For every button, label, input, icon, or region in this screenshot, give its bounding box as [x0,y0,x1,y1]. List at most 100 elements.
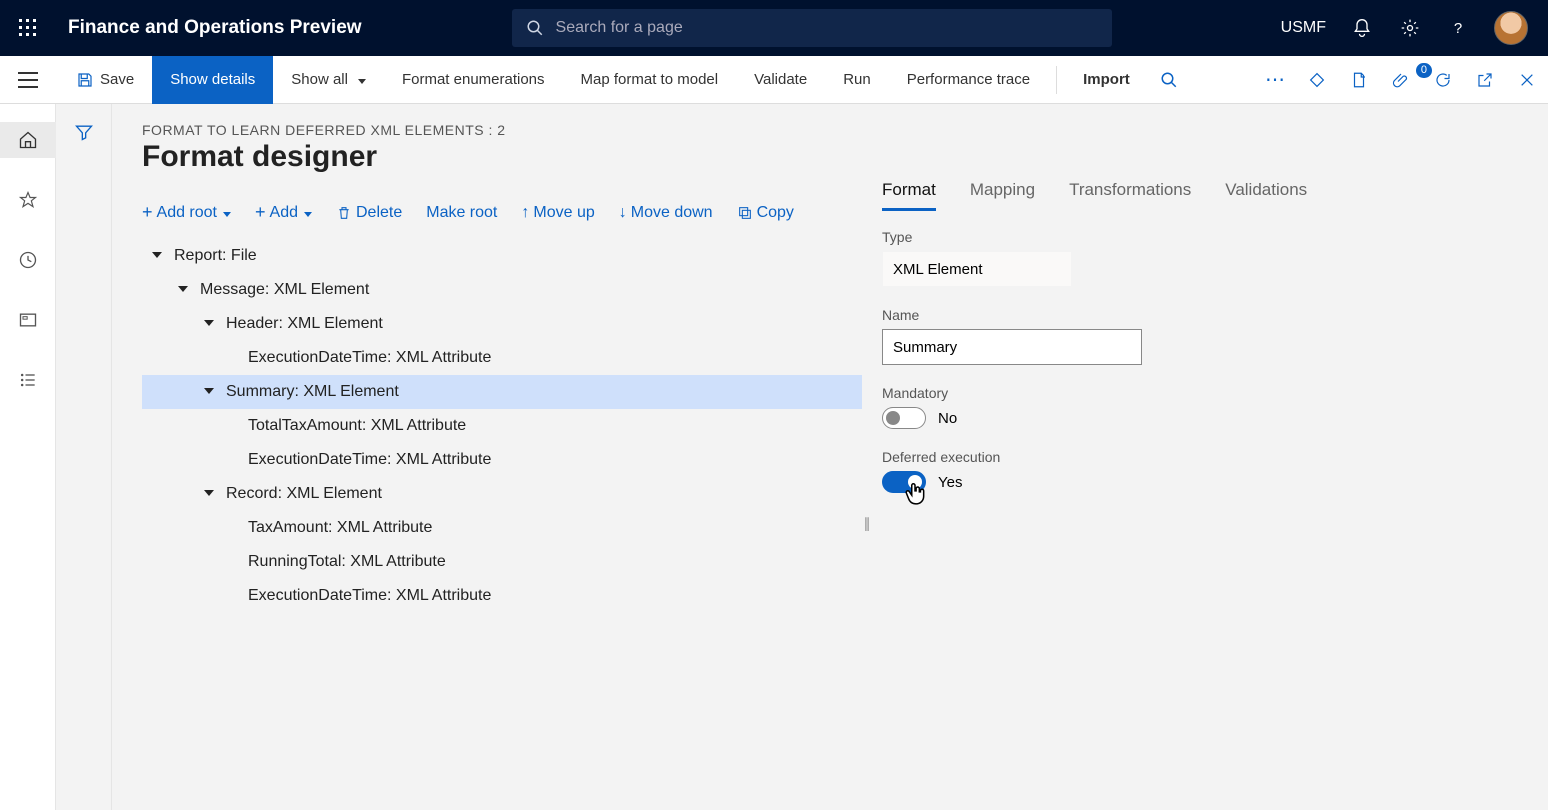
save-button[interactable]: Save [56,56,152,104]
arrow-up-icon: ↑ [521,204,529,222]
global-header: Finance and Operations Preview Search fo… [0,0,1548,56]
tree-node[interactable]: Report: File [142,239,862,273]
nav-workspaces[interactable] [0,302,56,338]
more-button[interactable]: ⋯ [1254,67,1296,92]
breadcrumb: FORMAT TO LEARN DEFERRED XML ELEMENTS : … [142,122,1548,138]
command-bar: Save Show details Show all Format enumer… [0,56,1548,104]
book-icon [1350,71,1368,89]
close-button[interactable] [1506,72,1548,88]
settings-button[interactable] [1398,16,1422,40]
format-enumerations-label: Format enumerations [402,71,545,88]
mandatory-value: No [938,410,957,427]
name-input[interactable] [882,329,1142,365]
popout-button[interactable] [1464,71,1506,89]
tree-node[interactable]: Message: XML Element [142,273,862,307]
office-button[interactable] [1338,71,1380,89]
tree-node[interactable]: ExecutionDateTime: XML Attribute [142,341,862,375]
delete-button[interactable]: Delete [336,204,402,222]
expander-icon[interactable] [178,286,188,292]
arrow-down-icon: ↓ [619,204,627,222]
divider [1056,66,1057,94]
tree-node-label: Report: File [174,247,257,265]
nav-favorites[interactable] [0,182,56,218]
waffle-button[interactable] [0,19,56,37]
deferred-toggle[interactable] [882,471,926,493]
validate-label: Validate [754,71,807,88]
splitter[interactable]: ∥ [862,515,872,532]
format-enumerations-button[interactable]: Format enumerations [384,56,563,104]
import-button[interactable]: Import [1065,56,1148,104]
properties-panel: Format Mapping Transformations Validatio… [872,174,1548,613]
tree-node[interactable]: Header: XML Element [142,307,862,341]
left-nav-rail [0,104,56,810]
tree-node[interactable]: TotalTaxAmount: XML Attribute [142,409,862,443]
nav-toggle-button[interactable] [0,56,56,104]
show-details-button[interactable]: Show details [152,56,273,104]
tree-toolbar: +Add root +Add Delete Make root ↑Move up [142,202,862,223]
help-icon: ? [1448,18,1468,38]
popout-icon [1476,71,1494,89]
refresh-icon [1434,71,1452,89]
show-all-button[interactable]: Show all [273,56,384,104]
page-content: FORMAT TO LEARN DEFERRED XML ELEMENTS : … [112,104,1548,810]
tree-node[interactable]: ExecutionDateTime: XML Attribute [142,579,862,613]
copy-button[interactable]: Copy [737,204,794,222]
nav-recent[interactable] [0,242,56,278]
tree-node[interactable]: Summary: XML Element [142,375,862,409]
attachments-button[interactable]: 0 [1380,71,1422,89]
tree-node-label: TaxAmount: XML Attribute [248,519,432,537]
tree-node[interactable]: TaxAmount: XML Attribute [142,511,862,545]
diamond-button[interactable] [1296,71,1338,89]
tree-node-label: Summary: XML Element [226,383,399,401]
expander-icon[interactable] [204,388,214,394]
tab-transformations[interactable]: Transformations [1069,180,1191,211]
add-root-button[interactable]: +Add root [142,202,231,223]
home-icon [18,130,38,150]
page-title: Format designer [142,140,1548,174]
help-button[interactable]: ? [1446,16,1470,40]
add-button[interactable]: +Add [255,202,312,223]
move-down-button[interactable]: ↓Move down [619,204,713,222]
tab-validations[interactable]: Validations [1225,180,1307,211]
trash-icon [336,205,352,221]
map-format-label: Map format to model [581,71,719,88]
command-search-button[interactable] [1148,71,1190,89]
performance-trace-button[interactable]: Performance trace [889,56,1048,104]
company-indicator[interactable]: USMF [1281,19,1326,37]
tab-format[interactable]: Format [882,180,936,211]
tree-node-label: ExecutionDateTime: XML Attribute [248,349,491,367]
notifications-button[interactable] [1350,16,1374,40]
nav-home[interactable] [0,122,56,158]
global-search[interactable]: Search for a page [512,9,1112,47]
chevron-down-icon [221,204,231,222]
run-button[interactable]: Run [825,56,889,104]
list-icon [18,370,38,390]
user-avatar[interactable] [1494,11,1528,45]
expander-icon[interactable] [204,490,214,496]
attachments-count: 0 [1416,63,1432,78]
make-root-button[interactable]: Make root [426,204,497,222]
nav-modules[interactable] [0,362,56,398]
tree-node-label: ExecutionDateTime: XML Attribute [248,451,491,469]
filter-button[interactable] [74,122,94,810]
tree-node[interactable]: Record: XML Element [142,477,862,511]
validate-button[interactable]: Validate [736,56,825,104]
format-tree[interactable]: Report: File Message: XML ElementHeader: … [142,239,862,613]
tab-mapping[interactable]: Mapping [970,180,1035,211]
gear-icon [1400,18,1420,38]
star-icon [18,190,38,210]
expander-icon[interactable] [204,320,214,326]
tree-node[interactable]: ExecutionDateTime: XML Attribute [142,443,862,477]
map-format-button[interactable]: Map format to model [563,56,737,104]
chevron-down-icon [302,204,312,222]
search-icon [526,19,544,37]
expander-icon[interactable] [152,252,162,258]
move-up-button[interactable]: ↑Move up [521,204,594,222]
hamburger-icon [18,72,38,88]
mandatory-toggle[interactable] [882,407,926,429]
performance-trace-label: Performance trace [907,71,1030,88]
tree-node[interactable]: RunningTotal: XML Attribute [142,545,862,579]
show-details-label: Show details [170,71,255,88]
import-label: Import [1083,71,1130,88]
chevron-down-icon [354,71,366,88]
